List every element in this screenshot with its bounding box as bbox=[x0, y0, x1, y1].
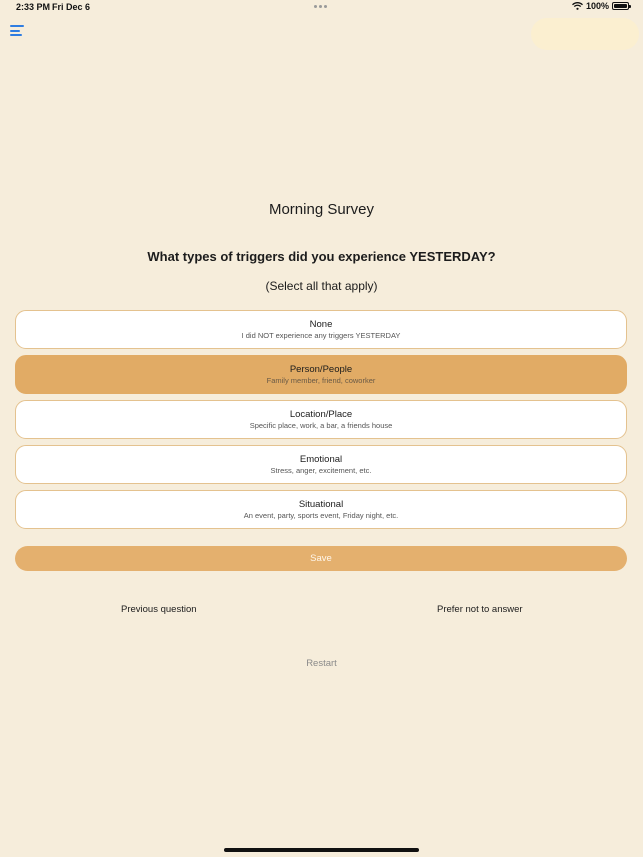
option-description: An event, party, sports event, Friday ni… bbox=[243, 511, 399, 520]
hamburger-menu-icon[interactable] bbox=[10, 24, 24, 37]
option-label: Situational bbox=[298, 499, 344, 510]
status-bar: 2:33 PM Fri Dec 6 100% bbox=[0, 0, 643, 16]
previous-question-button[interactable]: Previous question bbox=[121, 604, 197, 615]
status-date: Fri Dec 6 bbox=[52, 2, 91, 12]
battery-level bbox=[614, 4, 627, 8]
home-indicator[interactable] bbox=[224, 848, 419, 852]
wifi-icon bbox=[572, 2, 583, 10]
options-list: None I did NOT experience any triggers Y… bbox=[15, 310, 627, 535]
option-location-place[interactable]: Location/Place Specific place, work, a b… bbox=[15, 400, 627, 439]
save-button[interactable]: Save bbox=[15, 546, 627, 571]
multitasking-dots-icon[interactable] bbox=[314, 5, 327, 8]
option-situational[interactable]: Situational An event, party, sports even… bbox=[15, 490, 627, 529]
option-emotional[interactable]: Emotional Stress, anger, excitement, etc… bbox=[15, 445, 627, 484]
restart-button[interactable]: Restart bbox=[0, 658, 643, 669]
status-time: 2:33 PM bbox=[16, 2, 51, 12]
battery-icon bbox=[612, 2, 631, 10]
battery-percent: 100% bbox=[585, 1, 609, 11]
option-none[interactable]: None I did NOT experience any triggers Y… bbox=[15, 310, 627, 349]
status-right: 100% bbox=[572, 1, 631, 11]
question-text: What types of triggers did you experienc… bbox=[147, 249, 496, 264]
option-label: None bbox=[309, 319, 333, 330]
option-description: Stress, anger, excitement, etc. bbox=[270, 466, 372, 475]
instruction-text: (Select all that apply) bbox=[265, 279, 378, 293]
top-right-pill-button[interactable] bbox=[531, 18, 639, 50]
option-person-people[interactable]: Person/People Family member, friend, cow… bbox=[15, 355, 627, 394]
survey-title: Morning Survey bbox=[268, 201, 375, 218]
option-description: I did NOT experience any triggers YESTER… bbox=[241, 331, 401, 340]
option-label: Person/People bbox=[289, 364, 353, 375]
prefer-not-to-answer-button[interactable]: Prefer not to answer bbox=[437, 604, 523, 615]
option-label: Location/Place bbox=[289, 409, 353, 420]
option-label: Emotional bbox=[299, 454, 343, 465]
option-description: Specific place, work, a bar, a friends h… bbox=[249, 421, 393, 430]
option-description: Family member, friend, coworker bbox=[266, 376, 376, 385]
